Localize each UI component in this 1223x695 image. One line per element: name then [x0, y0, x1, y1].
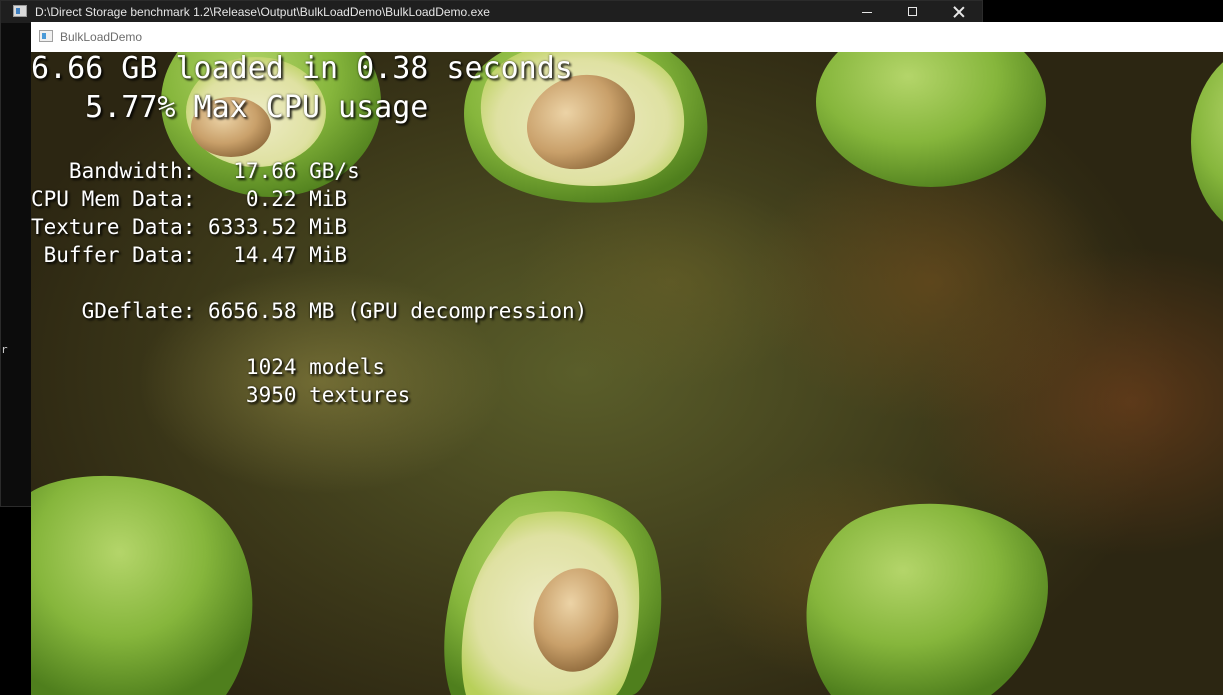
- render-viewport[interactable]: 6.66 GB loaded in 0.38 seconds 5.77% Max…: [31, 52, 1223, 695]
- hud-cpu-usage: 5.77% Max CPU usage: [31, 90, 429, 125]
- close-button[interactable]: [936, 1, 982, 23]
- maximize-button[interactable]: [890, 1, 936, 23]
- avocado-bottom-right: [806, 503, 1048, 695]
- minimize-icon: [862, 12, 872, 13]
- avocado-bottom-center: [444, 490, 662, 695]
- hud-textures: 3950 textures: [31, 383, 411, 407]
- console-app-icon: [13, 5, 27, 17]
- demo-window[interactable]: BulkLoadDemo 6.66 GB loaded in 0.38 seco…: [31, 22, 1223, 695]
- avocado-bottom-left: [31, 475, 253, 695]
- app-window-icon: [39, 30, 53, 42]
- avocado-right-edge: [1191, 62, 1223, 222]
- hud-bandwidth: Bandwidth: 17.66 GB/s: [31, 159, 360, 183]
- hud-cpu-mem-data: CPU Mem Data: 0.22 MiB: [31, 187, 348, 211]
- hud-gdeflate: GDeflate: 6656.58 MB (GPU decompression): [31, 299, 588, 323]
- maximize-icon: [908, 7, 917, 16]
- console-output-text: r: [1, 343, 8, 356]
- hud-models: 1024 models: [31, 355, 386, 379]
- hud-texture-data: Texture Data: 6333.52 MiB: [31, 215, 348, 239]
- console-titlebar[interactable]: D:\Direct Storage benchmark 1.2\Release\…: [1, 1, 982, 23]
- demo-window-title: BulkLoadDemo: [60, 30, 143, 44]
- demo-titlebar[interactable]: BulkLoadDemo: [31, 22, 1223, 52]
- close-icon: [953, 6, 965, 18]
- console-window-title: D:\Direct Storage benchmark 1.2\Release\…: [35, 5, 490, 19]
- hud-buffer-data: Buffer Data: 14.47 MiB: [31, 243, 348, 267]
- minimize-button[interactable]: [844, 1, 890, 23]
- avocado-top-right: [816, 52, 1046, 187]
- hud-loaded-summary: 6.66 GB loaded in 0.38 seconds: [31, 52, 573, 86]
